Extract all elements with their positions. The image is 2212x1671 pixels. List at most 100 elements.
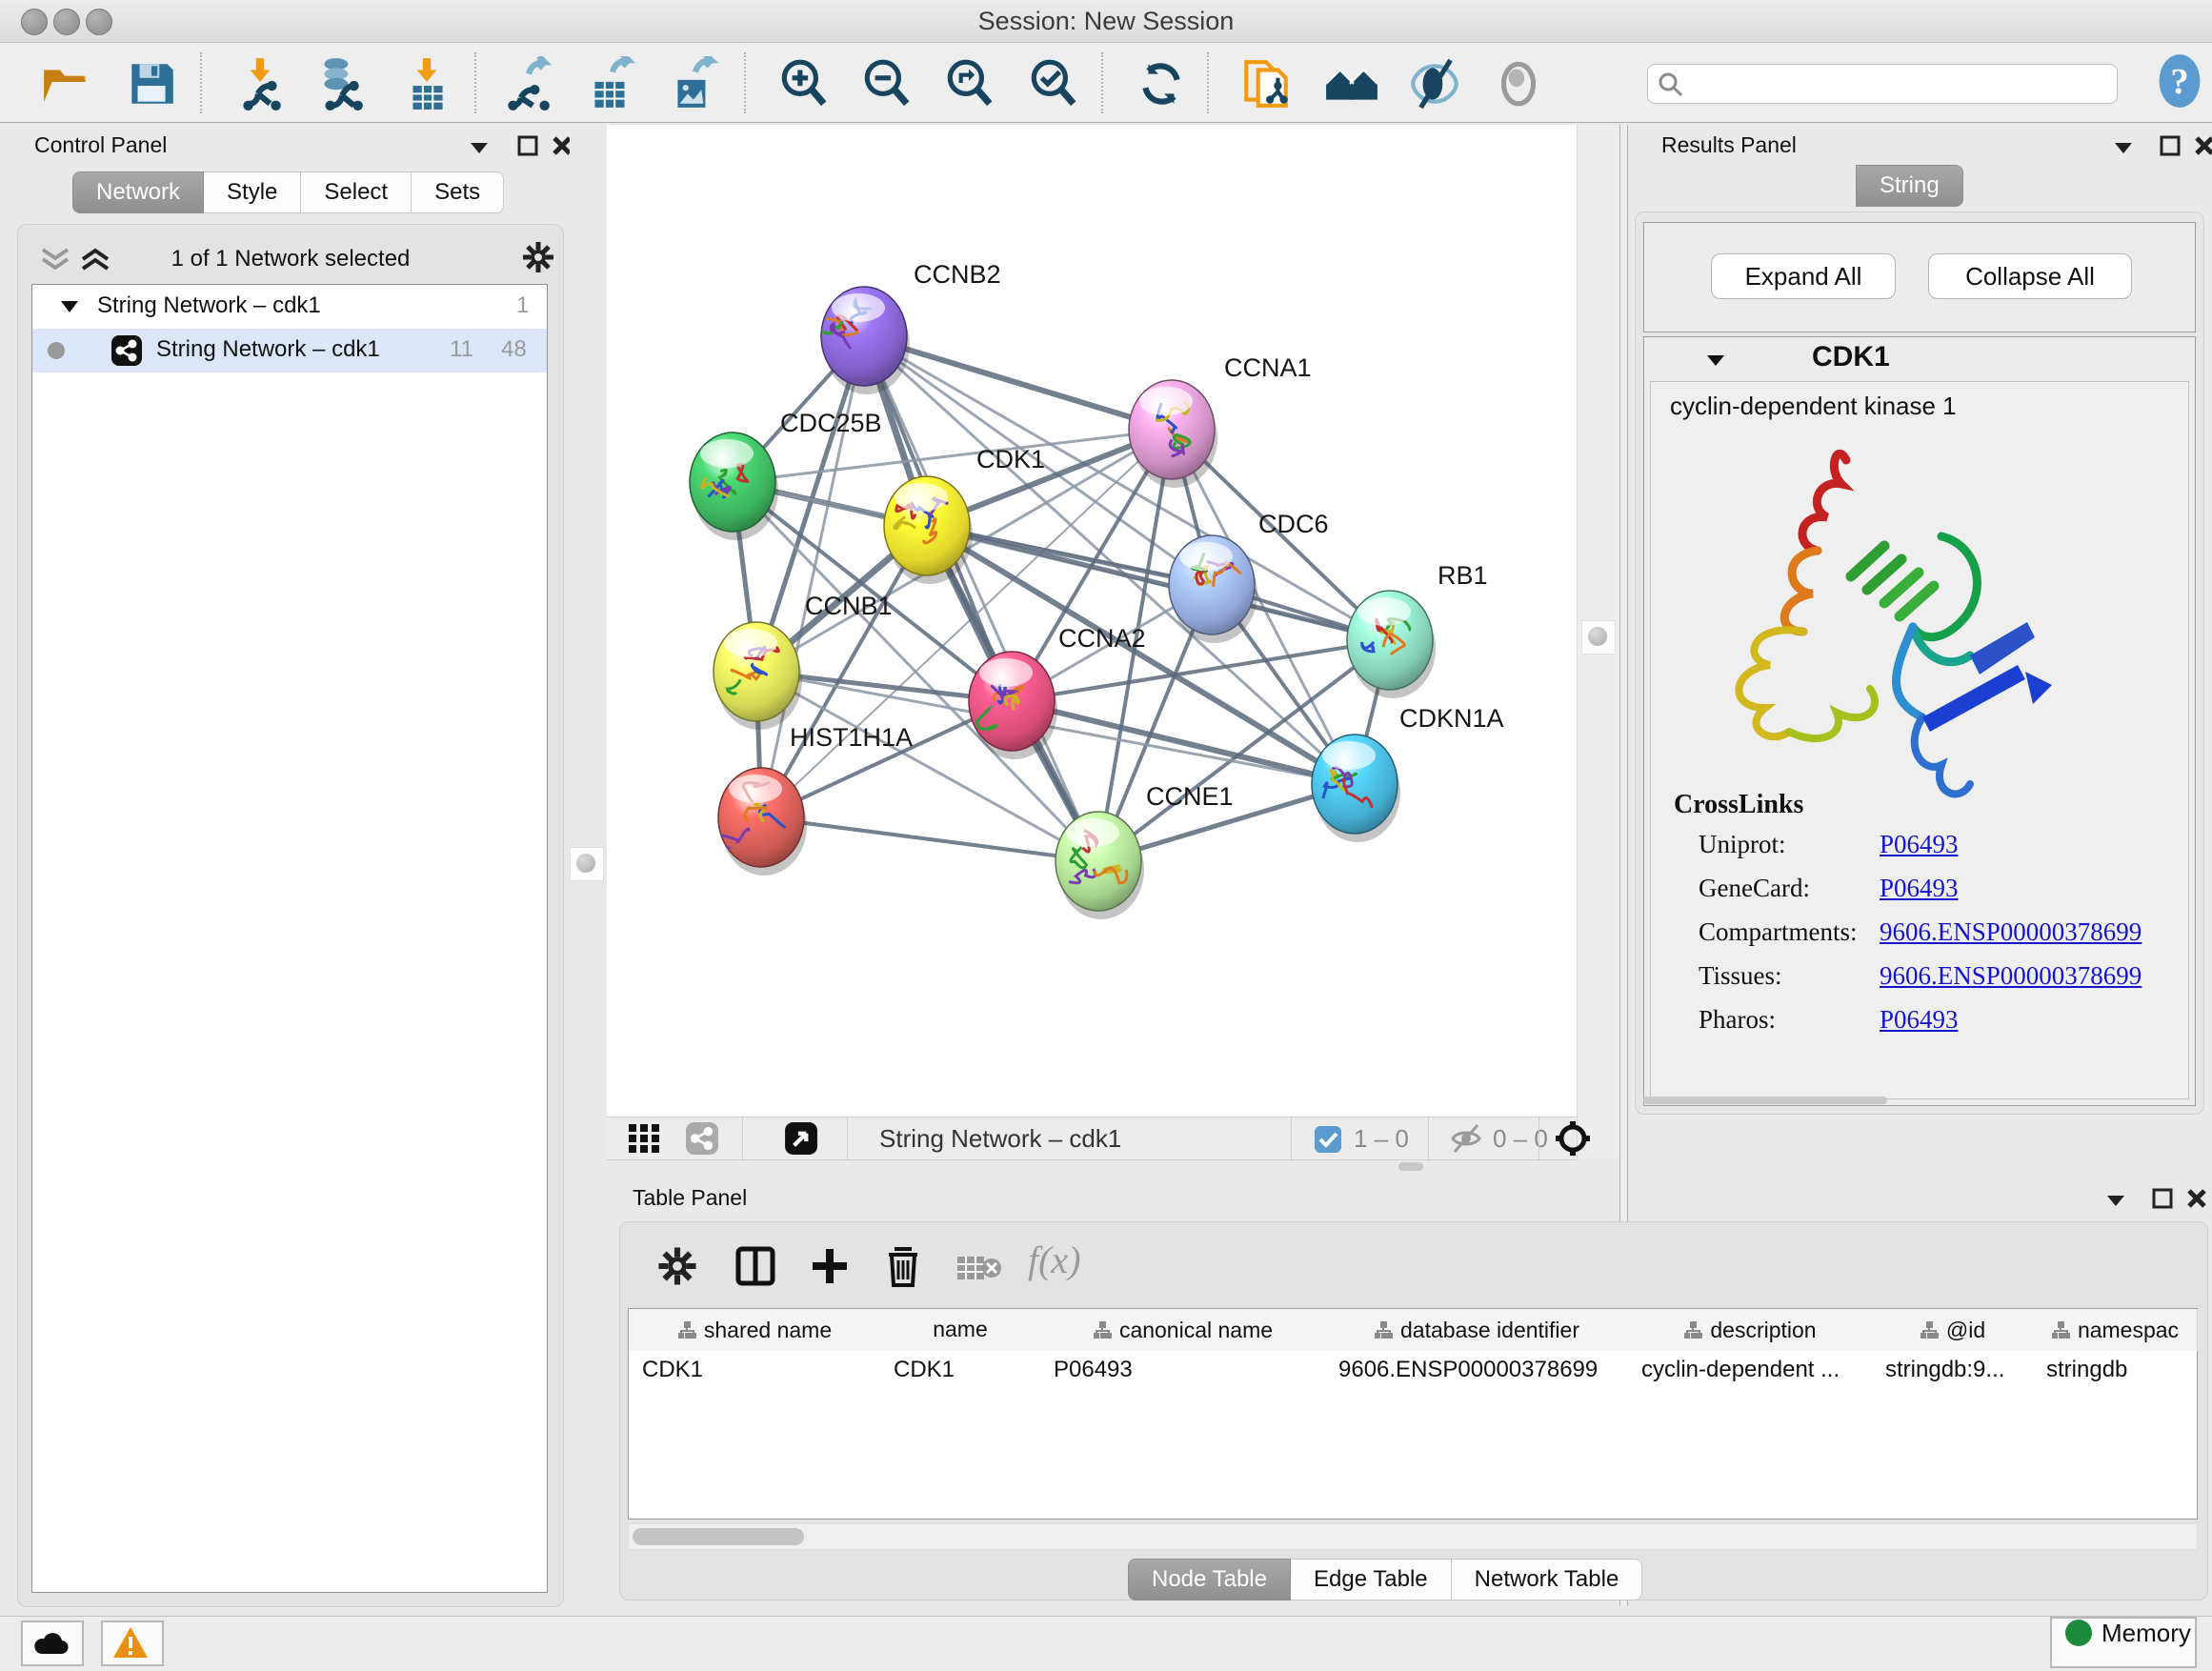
edge-HIST1H1A-CCNE1[interactable] [761, 817, 1098, 861]
refresh-icon[interactable] [1134, 56, 1189, 111]
node-RB1[interactable]: RB1 [1347, 561, 1488, 698]
crosslink-link[interactable]: P06493 [1880, 830, 1959, 859]
import-network-database-icon[interactable] [312, 56, 368, 111]
network-canvas[interactable]: CCNB2CCNA1CDC25BCDK1CDC6RB1CCNB1CCNA2CDK… [607, 125, 1577, 1117]
memory-button[interactable]: Memory [2050, 1617, 2197, 1668]
edge-CCNB2-CCNE1[interactable] [864, 336, 1098, 861]
help-icon[interactable]: ? [2151, 52, 2208, 110]
tab-style[interactable]: Style [204, 171, 301, 213]
table-cell[interactable]: stringdb [2033, 1351, 2197, 1391]
export-table-icon[interactable] [583, 56, 638, 111]
tab-network-table[interactable]: Network Table [1452, 1559, 1643, 1601]
tab-string[interactable]: String [1856, 165, 1963, 207]
panel-float-icon[interactable] [2151, 1187, 2174, 1210]
search-field[interactable] [1647, 64, 2118, 104]
column-header-name[interactable]: name [880, 1309, 1041, 1351]
node-CCNB2[interactable]: CCNB2 [817, 260, 1000, 394]
cloud-button[interactable] [21, 1621, 84, 1666]
tab-edge-table[interactable]: Edge Table [1291, 1559, 1452, 1601]
homology-icon[interactable] [1324, 56, 1379, 111]
zoom-fit-icon[interactable] [942, 56, 997, 111]
string-glassball-on-icon[interactable] [1407, 56, 1462, 111]
right-splitter-knob[interactable] [1581, 620, 1616, 654]
export-image-icon[interactable] [666, 56, 721, 111]
network-selected-status: 1 of 1 Network selected [18, 246, 563, 272]
edge-CCNB2-CCNA1[interactable] [864, 336, 1172, 430]
panel-float-icon[interactable] [516, 134, 539, 157]
node-HIST1H1A[interactable]: HIST1H1A [718, 723, 913, 876]
split-columns-icon[interactable] [733, 1243, 778, 1289]
table-cell[interactable]: CDK1 [629, 1351, 880, 1391]
column-header-@id[interactable]: @id [1872, 1309, 2034, 1351]
splitter-knob[interactable] [570, 847, 604, 881]
panel-close-icon[interactable] [2193, 134, 2212, 157]
zoom-selected-icon[interactable] [1026, 56, 1081, 111]
zoom-in-icon[interactable] [776, 56, 832, 111]
selected-checkbox-icon[interactable] [1314, 1125, 1342, 1154]
column-header-shared-name[interactable]: shared name [629, 1309, 881, 1351]
import-network-file-icon[interactable] [232, 56, 288, 111]
node-CCNB1[interactable]: CCNB1 [714, 592, 893, 730]
expand-all-button[interactable]: Expand All [1711, 253, 1896, 299]
collapse-gene-icon[interactable] [1703, 351, 1728, 370]
panel-menu-icon[interactable] [467, 138, 492, 157]
crosslink-link[interactable]: 9606.ENSP00000378699 [1880, 917, 2142, 947]
results-hscrollbar[interactable] [1643, 1097, 1887, 1104]
node-CCNE1[interactable]: CCNE1 [1056, 782, 1234, 919]
panel-float-icon[interactable] [2159, 134, 2182, 157]
left-splitter[interactable] [570, 125, 602, 1606]
tab-select[interactable]: Select [301, 171, 412, 213]
network-row-selected[interactable]: String Network – cdk1 11 48 [32, 329, 547, 372]
table-cell[interactable]: CDK1 [880, 1351, 1040, 1391]
table-gear-icon[interactable] [656, 1245, 698, 1287]
panel-close-icon[interactable] [2185, 1187, 2208, 1210]
crosslink-link[interactable]: P06493 [1880, 1005, 1959, 1035]
network-graph[interactable]: CCNB2CCNA1CDC25BCDK1CDC6RB1CCNB1CCNA2CDK… [607, 125, 1577, 1117]
tab-node-table[interactable]: Node Table [1128, 1559, 1291, 1601]
table-cell[interactable]: stringdb:9... [1872, 1351, 2033, 1391]
cloud-icon [30, 1627, 72, 1658]
table-cell[interactable]: P06493 [1040, 1351, 1325, 1391]
tab-network[interactable]: Network [72, 171, 204, 213]
birds-eye-icon[interactable] [784, 1121, 818, 1156]
search-input[interactable] [1690, 67, 2103, 99]
add-column-icon[interactable] [807, 1243, 853, 1289]
collapse-all-button[interactable]: Collapse All [1928, 253, 2132, 299]
edge-CDK1-RB1[interactable] [927, 526, 1390, 640]
node-CDC6[interactable]: CDC6 [1169, 510, 1329, 643]
string-glassball-off-icon[interactable] [1491, 56, 1546, 111]
column-header-canonical-name[interactable]: canonical name [1040, 1309, 1326, 1351]
canvas-scrollbar[interactable] [1577, 125, 1620, 1158]
tab-sets[interactable]: Sets [412, 171, 504, 213]
panel-menu-icon[interactable] [2103, 1191, 2128, 1210]
share-view-icon[interactable] [685, 1121, 719, 1156]
column-header-database-identifier[interactable]: database identifier [1325, 1309, 1629, 1351]
crosslink-link[interactable]: 9606.ENSP00000378699 [1880, 961, 2142, 991]
node-table[interactable]: shared namenamecanonical namedatabase id… [628, 1308, 2198, 1520]
export-network-icon[interactable] [499, 56, 554, 111]
table-hscrollbar-thumb[interactable] [633, 1528, 804, 1545]
node-CDKN1A[interactable]: CDKN1A [1312, 704, 1504, 842]
open-file-icon[interactable] [38, 56, 93, 111]
panel-menu-icon[interactable] [2111, 138, 2136, 157]
gear-icon[interactable] [521, 240, 555, 274]
horizontal-splitter-knob[interactable] [1398, 1162, 1423, 1171]
import-table-file-icon[interactable] [399, 56, 454, 111]
warning-button[interactable] [101, 1621, 164, 1666]
network-collection-row[interactable]: String Network – cdk1 1 [32, 285, 547, 329]
column-header-description[interactable]: description [1628, 1309, 1873, 1351]
save-session-icon[interactable] [124, 56, 179, 111]
grid-view-icon[interactable] [628, 1123, 660, 1154]
table-cell[interactable]: 9606.ENSP00000378699 [1325, 1351, 1628, 1391]
table-cell[interactable]: cyclin-dependent ... [1628, 1351, 1872, 1391]
crosslink-link[interactable]: P06493 [1880, 874, 1959, 903]
zoom-out-icon[interactable] [859, 56, 915, 111]
control-panel-tabs: NetworkStyleSelectSets [72, 171, 504, 213]
string-protein-query-icon[interactable] [1238, 56, 1294, 111]
crosshair-icon[interactable] [1554, 1119, 1592, 1158]
table-hscrollbar[interactable] [628, 1523, 2198, 1550]
tree-expand-icon[interactable] [59, 298, 80, 315]
column-header-namespac[interactable]: namespac [2033, 1309, 2198, 1351]
node-CCNA1[interactable]: CCNA1 [1129, 353, 1312, 488]
delete-column-icon[interactable] [881, 1243, 925, 1289]
